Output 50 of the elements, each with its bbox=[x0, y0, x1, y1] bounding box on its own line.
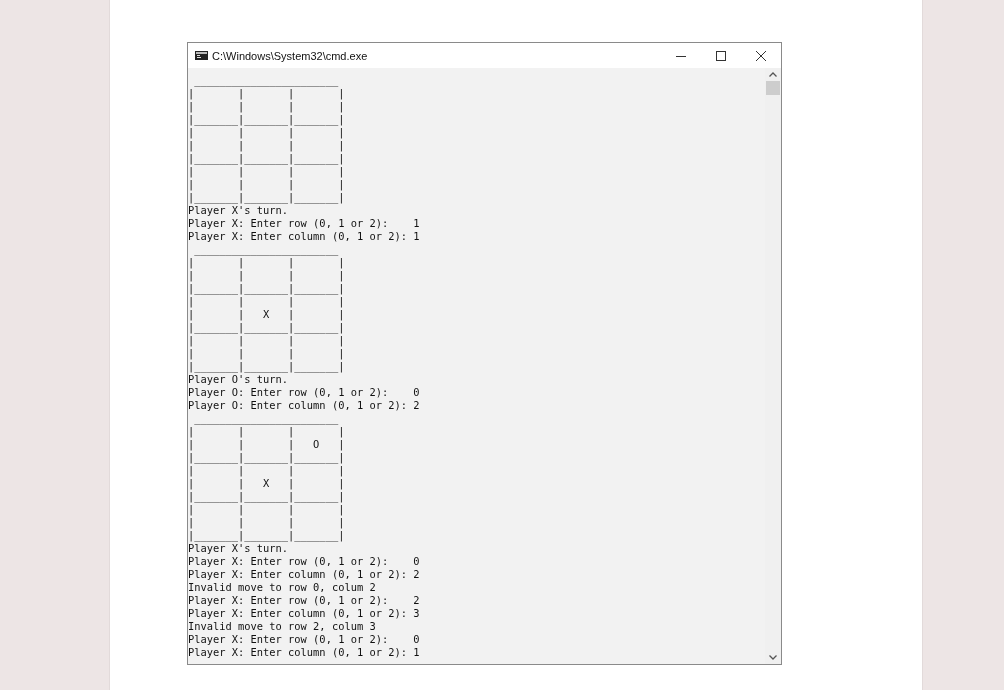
console-line: Player X: Enter column (0, 1 or 2): 1 bbox=[188, 230, 421, 243]
console-line: | | | | bbox=[188, 295, 346, 308]
console-line: Player O: Enter column (0, 1 or 2): 2 bbox=[188, 399, 421, 412]
console-line: | | | | bbox=[188, 425, 346, 438]
maximize-icon bbox=[716, 50, 726, 61]
console-line: Player X: Enter row (0, 1 or 2): 0 bbox=[188, 555, 421, 568]
console-line: _______________________ bbox=[193, 412, 340, 425]
console-line: | | | | bbox=[188, 347, 346, 360]
console-line: Player X: Enter column (0, 1 or 2): 1 bbox=[188, 646, 421, 659]
console-line: | | | | bbox=[188, 464, 346, 477]
console-line: | | | | bbox=[188, 503, 346, 516]
console-line: Player X's turn. bbox=[188, 542, 290, 555]
console-line: Player X: Enter column (0, 1 or 2): 2 bbox=[188, 568, 421, 581]
console-line: | | | | bbox=[188, 334, 346, 347]
console-line: |_______|_______|_______| bbox=[188, 113, 346, 126]
console-line: | | | | bbox=[188, 516, 346, 529]
console-line: |_______|_______|_______| bbox=[188, 191, 346, 204]
console-line: Player O: Enter row (0, 1 or 2): 0 bbox=[188, 386, 421, 399]
console-line: _______________________ bbox=[193, 74, 340, 87]
console-line: | | | | bbox=[188, 126, 346, 139]
window-title: C:\Windows\System32\cmd.exe bbox=[212, 49, 368, 62]
close-icon bbox=[756, 50, 766, 61]
console-line: | | | | bbox=[188, 178, 346, 191]
console-line: | | | | bbox=[188, 87, 346, 100]
console-line: | | X | | bbox=[188, 308, 346, 321]
console-line: |_______|_______|_______| bbox=[188, 529, 346, 542]
console-line: |_______|_______|_______| bbox=[188, 490, 346, 503]
console-line: | | | | bbox=[188, 165, 346, 178]
console-line: |_______|_______|_______| bbox=[188, 360, 346, 373]
console-line: Invalid move to row 2, colum 3 bbox=[188, 620, 377, 633]
console-line: | | | | bbox=[188, 256, 346, 269]
terminal-icon bbox=[195, 51, 208, 60]
console-line: Player X: Enter row (0, 1 or 2): 1 bbox=[188, 217, 421, 230]
console-line: | | X | | bbox=[188, 477, 346, 490]
console-line: |_______|_______|_______| bbox=[188, 321, 346, 334]
console-line: |_______|_______|_______| bbox=[188, 282, 346, 295]
console-line: Player X: Enter row (0, 1 or 2): 0 bbox=[188, 633, 421, 646]
console-line: Player X's turn. bbox=[188, 204, 290, 217]
console-line: | | | | bbox=[188, 139, 346, 152]
console-line: Invalid move to row 0, colum 2 bbox=[188, 581, 377, 594]
console-line: Player O's turn. bbox=[188, 373, 290, 386]
console-line: | | | O | bbox=[188, 438, 346, 451]
console-line: | | | | bbox=[188, 269, 346, 282]
console-line: |_______|_______|_______| bbox=[188, 152, 346, 165]
console-line: | | | | bbox=[188, 100, 346, 113]
console-line: Player X: Enter row (0, 1 or 2): 2 bbox=[188, 594, 421, 607]
console-line: Player X: Enter column (0, 1 or 2): 3 bbox=[188, 607, 421, 620]
console-line: _______________________ bbox=[193, 243, 340, 256]
console-line: |_______|_______|_______| bbox=[188, 451, 346, 464]
scrollbar-thumb[interactable] bbox=[766, 81, 780, 95]
